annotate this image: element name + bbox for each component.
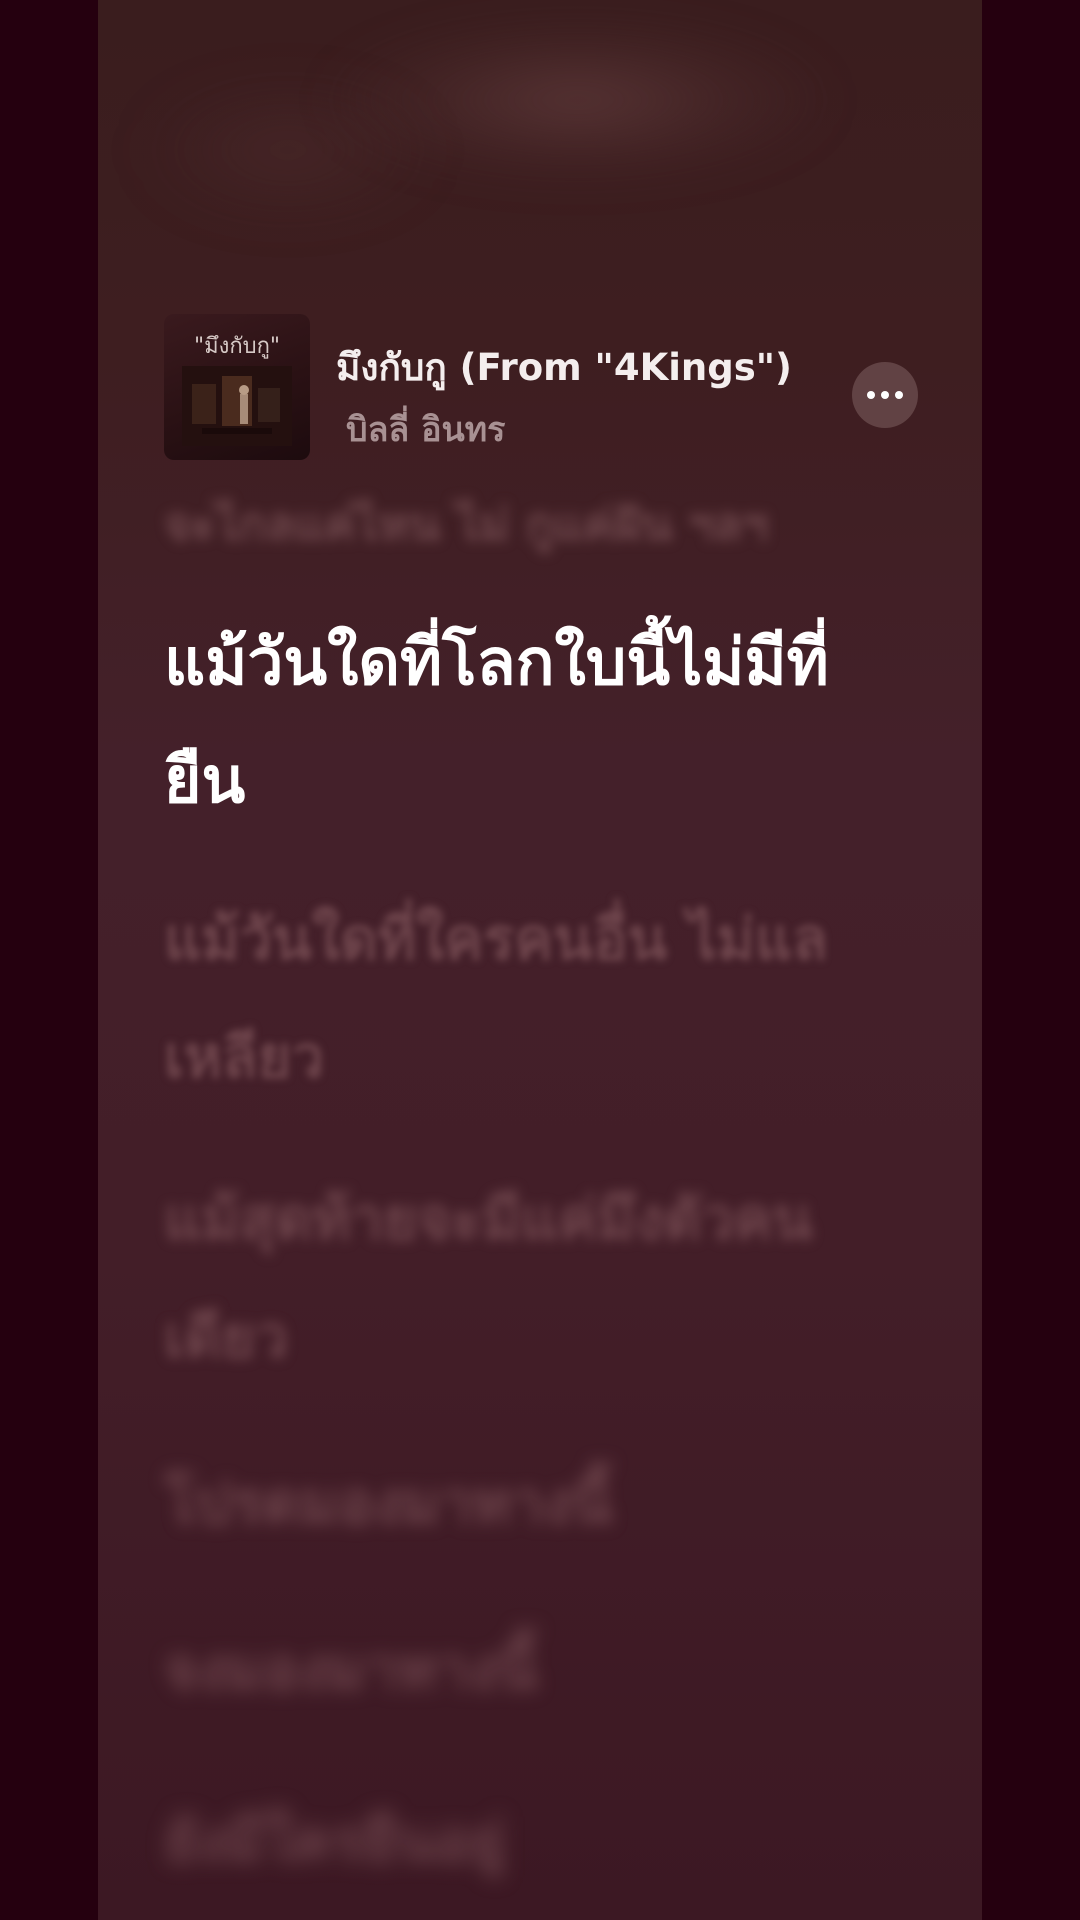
lyric-line-upcoming[interactable]: จงมองมาทางนี้: [164, 1610, 864, 1728]
artwork-title: "มึงกับกู": [193, 334, 281, 359]
ellipsis-icon-dot: [895, 391, 903, 399]
lyric-line-current[interactable]: แม้วันใดที่โลกใบนี้ไม่มีที่ยืน: [164, 604, 864, 840]
lyric-line-upcoming[interactable]: โปรดมองมาทางนี้: [164, 1444, 864, 1562]
artwork-scene-image: [182, 366, 292, 446]
lyric-line-previous[interactable]: จะไกลแค่ไหน ไม่ กูแค่ฝัน ฯลฯ: [164, 488, 768, 561]
lyric-line-upcoming[interactable]: แม้วันใดที่ใครคนอื่น ไม่แลเหลียว: [164, 880, 864, 1116]
right-letterbox: [982, 0, 1080, 1920]
left-letterbox: [0, 0, 98, 1920]
ellipsis-icon-dot: [881, 391, 889, 399]
lyric-line-upcoming[interactable]: แม้สุดท้ายจะมีแค่มึงตัวคนเดียว: [164, 1160, 864, 1396]
background-glow-secondary: [138, 80, 438, 220]
ellipsis-icon: [867, 391, 875, 399]
album-artwork[interactable]: "มึงกับกู": [164, 314, 310, 460]
lyrics-screen: "มึงกับกู" มึงกับกู (From "4Kings") บิลล…: [98, 0, 982, 1920]
artist-name[interactable]: บิลลี่ อินทร: [346, 402, 505, 456]
lyric-line-upcoming[interactable]: ยังมีใครยืนอยู่: [164, 1782, 864, 1900]
song-title: มึงกับกู (From "4Kings"): [336, 346, 792, 389]
more-options-button[interactable]: [852, 362, 918, 428]
